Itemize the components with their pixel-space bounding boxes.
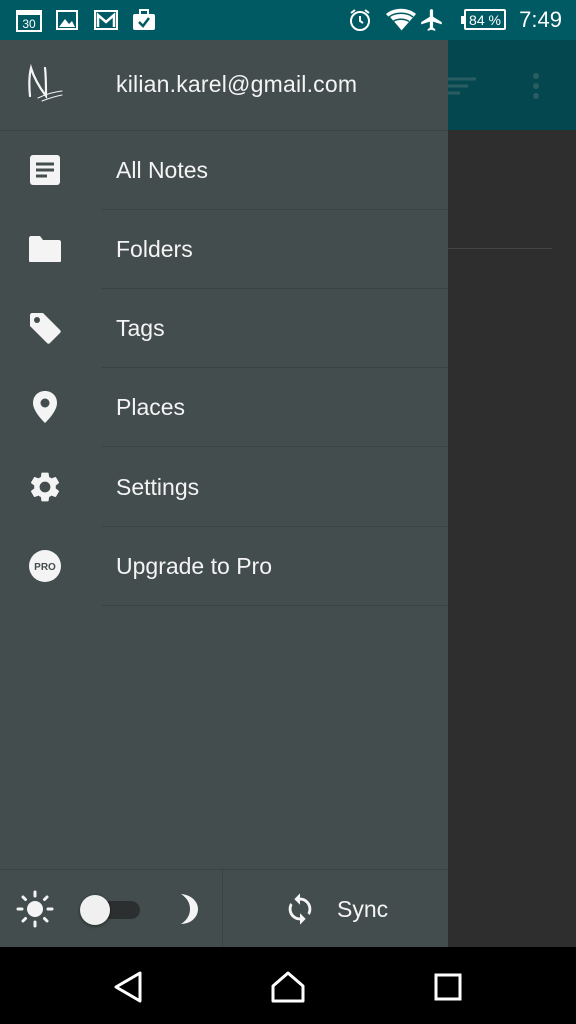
- sun-icon: [16, 890, 54, 928]
- gear-icon: [26, 468, 64, 506]
- sync-label: Sync: [337, 896, 389, 922]
- moon-icon: [172, 892, 202, 926]
- battery-indicator: 84 %: [461, 9, 506, 30]
- nav-label-tags: Tags: [116, 315, 165, 341]
- home-button[interactable]: [268, 967, 308, 1007]
- nav-item-tags[interactable]: Tags: [0, 289, 448, 368]
- battery-percent: 84 %: [469, 11, 501, 28]
- wifi-icon: [385, 8, 417, 32]
- dark-mode-toggle[interactable]: [80, 895, 140, 925]
- folder-icon: [26, 230, 64, 268]
- airplane-icon: [419, 8, 445, 32]
- divider: [102, 605, 448, 606]
- nav-label-upgrade-to-pro: Upgrade to Pro: [116, 553, 272, 579]
- home-icon: [271, 971, 305, 1003]
- place-pin-icon: [26, 388, 64, 426]
- alarm-icon: [348, 8, 372, 32]
- notes-icon: [26, 151, 64, 189]
- app-logo-icon: [24, 63, 64, 104]
- nav-item-settings[interactable]: Settings: [0, 448, 448, 527]
- calendar-icon: 30: [16, 8, 42, 32]
- background-divider: [448, 248, 552, 249]
- nav-item-places[interactable]: Places: [0, 368, 448, 447]
- nav-item-all-notes[interactable]: All Notes: [0, 131, 448, 210]
- sync-icon: [283, 892, 317, 926]
- pro-badge-text: PRO: [34, 562, 56, 573]
- toggle-thumb: [80, 895, 110, 925]
- divider: [102, 446, 448, 447]
- briefcase-check-icon: [132, 8, 156, 32]
- image-icon: [56, 8, 78, 32]
- status-bar: 30 84 % 7:49: [0, 0, 576, 40]
- account-email: kilian.karel@gmail.com: [116, 71, 358, 97]
- nav-label-all-notes: All Notes: [116, 157, 209, 183]
- status-time: 7:49: [519, 7, 562, 32]
- nav-item-folders[interactable]: Folders: [0, 210, 448, 289]
- gmail-icon: [94, 8, 118, 32]
- recents-button[interactable]: [428, 967, 468, 1007]
- calendar-day: 30: [22, 17, 36, 31]
- back-button[interactable]: [108, 967, 148, 1007]
- drawer-footer: Sync: [0, 869, 448, 948]
- drawer-header[interactable]: kilian.karel@gmail.com: [0, 40, 448, 131]
- nav-label-places: Places: [116, 394, 186, 420]
- sort-icon: [448, 74, 478, 98]
- system-navigation-bar: [0, 947, 576, 1024]
- nav-item-upgrade-to-pro[interactable]: PRO Upgrade to Pro: [0, 527, 448, 606]
- navigation-drawer: kilian.karel@gmail.com All Notes Folders…: [0, 40, 448, 948]
- nav-label-folders: Folders: [116, 236, 193, 262]
- overflow-menu-icon: [532, 72, 540, 100]
- tag-icon: [26, 309, 64, 347]
- recents-icon: [434, 973, 462, 1001]
- pro-badge-icon: PRO: [26, 547, 64, 585]
- back-icon: [114, 971, 142, 1003]
- sync-button[interactable]: Sync: [223, 870, 448, 948]
- nav-label-settings: Settings: [116, 474, 200, 500]
